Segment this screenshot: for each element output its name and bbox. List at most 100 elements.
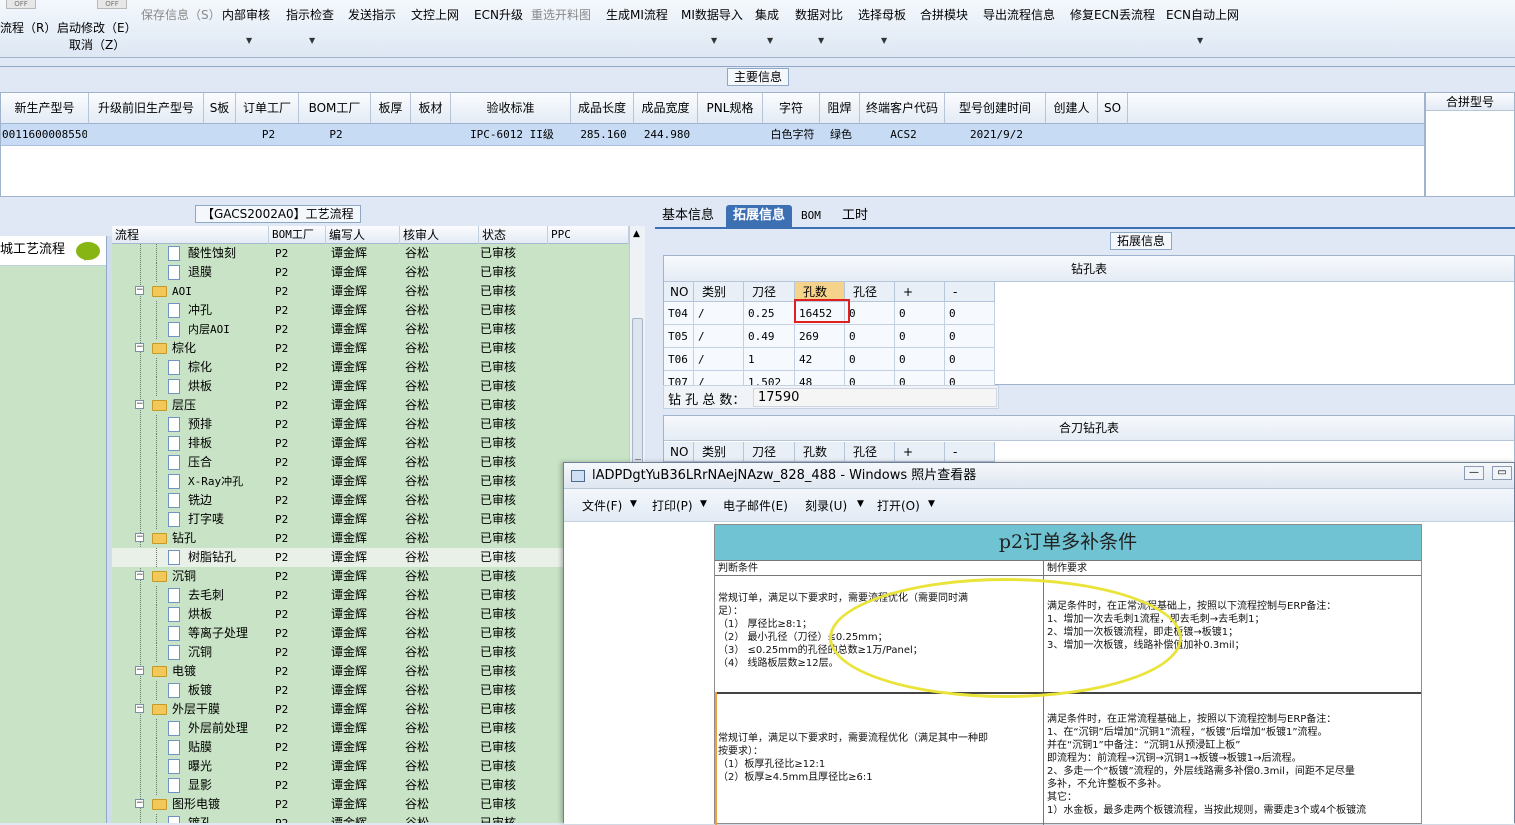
column-header-4[interactable]: BOM工厂: [299, 93, 371, 124]
table-row[interactable]: T05/0.49 269 0 0 0: [664, 325, 995, 348]
table-row[interactable]: − 棕化 P2 谭金辉 谷松 已审核: [112, 339, 629, 358]
table-row[interactable]: 贴膜 P2 谭金辉 谷松 已审核: [112, 738, 629, 757]
table-row[interactable]: − 图形电镀 P2 谭金辉 谷松 已审核: [112, 795, 629, 814]
table-row[interactable]: 烘板 P2 谭金辉 谷松 已审核: [112, 377, 629, 396]
flow-column-header-4[interactable]: 状态: [479, 226, 548, 244]
flow-column-header-0[interactable]: 流程: [112, 226, 269, 244]
tab-0[interactable]: 基本信息: [655, 205, 721, 229]
drill-cell[interactable]: 0: [895, 348, 945, 371]
chat-bubble-icon[interactable]: [76, 242, 100, 261]
drill-column-header-4[interactable]: 孔径: [845, 282, 895, 302]
toolbar-button-5[interactable]: ECN升级: [474, 6, 523, 23]
column-header-14[interactable]: 型号创建时间: [945, 93, 1046, 124]
merge-drill-column-header-0[interactable]: NO: [664, 442, 694, 462]
table-row[interactable]: 内层AOI P2 谭金辉 谷松 已审核: [112, 320, 629, 339]
drill-cell[interactable]: 0: [945, 348, 995, 371]
dropdown-caret-icon[interactable]: ▼: [767, 36, 773, 45]
expand-toggle-icon[interactable]: −: [135, 799, 144, 808]
drill-cell[interactable]: /: [694, 302, 744, 325]
flow-column-header-3[interactable]: 核审人: [400, 226, 479, 244]
column-header-0[interactable]: 新生产型号: [1, 93, 89, 124]
tab-3[interactable]: 工时: [835, 205, 875, 229]
column-header-6[interactable]: 板材: [411, 93, 451, 124]
table-row[interactable]: 显影 P2 谭金辉 谷松 已审核: [112, 776, 629, 795]
merge-drill-column-header-4[interactable]: 孔径: [845, 442, 895, 462]
table-cell-13[interactable]: ACS2: [862, 124, 945, 146]
merge-drill-column-header-5[interactable]: +: [895, 442, 945, 462]
drill-cell[interactable]: 0: [845, 325, 895, 348]
table-cell-2[interactable]: [206, 124, 236, 146]
viewer-menu-2[interactable]: 电子邮件(E): [723, 497, 788, 514]
table-row[interactable]: 冲孔 P2 谭金辉 谷松 已审核: [112, 301, 629, 320]
expand-toggle-icon[interactable]: −: [135, 400, 144, 409]
table-row[interactable]: 排板 P2 谭金辉 谷松 已审核: [112, 434, 629, 453]
table-row[interactable]: 去毛刺 P2 谭金辉 谷松 已审核: [112, 586, 629, 605]
viewer-menu-4[interactable]: 打开(O): [877, 497, 920, 514]
toolbar-button-1[interactable]: 内部审核: [222, 6, 270, 23]
tab-2[interactable]: BOM: [794, 205, 828, 229]
table-row[interactable]: − 电镀 P2 谭金辉 谷松 已审核: [112, 662, 629, 681]
table-cell-1[interactable]: [91, 124, 204, 146]
viewer-menu-3[interactable]: 刻录(U): [805, 497, 847, 514]
toolbar-button-2[interactable]: 指示检查: [286, 6, 334, 23]
toolbar-button-0[interactable]: 保存信息（S）: [141, 6, 221, 23]
table-row[interactable]: − AOI P2 谭金辉 谷松 已审核: [112, 282, 629, 301]
table-row[interactable]: X-Ray冲孔 P2 谭金辉 谷松 已审核: [112, 472, 629, 491]
drill-cell[interactable]: T04: [664, 302, 694, 325]
table-cell-9[interactable]: 244.980: [636, 124, 698, 146]
drill-cell[interactable]: 0: [845, 302, 895, 325]
drill-column-header-0[interactable]: NO: [664, 282, 694, 302]
drill-cell[interactable]: T06: [664, 348, 694, 371]
flow-column-header-2[interactable]: 编写人: [326, 226, 400, 244]
drill-cell[interactable]: 42: [795, 348, 845, 371]
viewer-menu-0[interactable]: 文件(F): [582, 497, 622, 514]
drill-cell[interactable]: 0: [895, 302, 945, 325]
drill-cell[interactable]: 1: [744, 348, 795, 371]
column-header-10[interactable]: PNL规格: [698, 93, 763, 124]
table-row[interactable]: − 层压 P2 谭金辉 谷松 已审核: [112, 396, 629, 415]
drill-cell[interactable]: 0: [945, 325, 995, 348]
toolbar-button-14[interactable]: 修复ECN丢流程: [1070, 6, 1155, 23]
table-row[interactable]: 酸性蚀刻 P2 谭金辉 谷松 已审核: [112, 244, 629, 263]
toolbar-button-12[interactable]: 合拼模块: [920, 6, 968, 23]
off-switch-2[interactable]: OFF: [97, 0, 127, 9]
table-row[interactable]: 棕化 P2 谭金辉 谷松 已审核: [112, 358, 629, 377]
dropdown-caret-icon[interactable]: ▼: [711, 36, 717, 45]
table-cell-7[interactable]: IPC-6012 II级: [453, 124, 571, 146]
table-cell-14[interactable]: 2021/9/2: [947, 124, 1046, 146]
table-row[interactable]: 打字唛 P2 谭金辉 谷松 已审核: [112, 510, 629, 529]
table-cell-10[interactable]: [700, 124, 763, 146]
left-nav-item[interactable]: 城工艺流程: [0, 236, 106, 266]
column-header-7[interactable]: 验收标准: [451, 93, 571, 124]
drill-cell[interactable]: /: [694, 348, 744, 371]
toolbar-button-9[interactable]: 集成: [755, 6, 779, 23]
dropdown-caret-icon[interactable]: ▼: [881, 36, 887, 45]
table-row[interactable]: − 钻孔 P2 谭金辉 谷松 已审核: [112, 529, 629, 548]
start-modify-button[interactable]: 启动修改（E）: [57, 19, 137, 36]
table-row[interactable]: 预排 P2 谭金辉 谷松 已审核: [112, 415, 629, 434]
table-row[interactable]: 沉铜 P2 谭金辉 谷松 已审核: [112, 643, 629, 662]
drill-column-header-1[interactable]: 类别: [694, 282, 744, 302]
expand-toggle-icon[interactable]: −: [135, 343, 144, 352]
drill-cell[interactable]: /: [694, 325, 744, 348]
table-row[interactable]: 外层前处理 P2 谭金辉 谷松 已审核: [112, 719, 629, 738]
table-row[interactable]: 0011600008550 P2 P2 IPC-6012 II级 285.160 244.…: [1, 124, 1424, 146]
drill-column-header-5[interactable]: +: [895, 282, 945, 302]
dropdown-caret-icon[interactable]: ▼: [630, 499, 637, 509]
flow-button[interactable]: 流程（R）: [0, 19, 56, 36]
table-cell-16[interactable]: [1100, 124, 1128, 146]
column-header-8[interactable]: 成品长度: [571, 93, 634, 124]
toolbar-button-3[interactable]: 发送指示: [348, 6, 396, 23]
tab-1[interactable]: 拓展信息: [726, 205, 793, 229]
expand-toggle-icon[interactable]: −: [135, 571, 144, 580]
drill-column-header-2[interactable]: 刀径: [744, 282, 795, 302]
off-switch[interactable]: OFF: [6, 0, 36, 9]
expand-toggle-icon[interactable]: −: [135, 666, 144, 675]
dropdown-caret-icon[interactable]: ▼: [857, 499, 864, 509]
scroll-up-icon[interactable]: ▲: [633, 229, 640, 239]
table-row[interactable]: 镀孔 P2 谭金辉 谷松 已审核: [112, 814, 629, 823]
dropdown-caret-icon[interactable]: ▼: [928, 499, 935, 509]
merge-drill-column-header-1[interactable]: 类别: [694, 442, 744, 462]
table-row[interactable]: 退膜 P2 谭金辉 谷松 已审核: [112, 263, 629, 282]
toolbar-button-13[interactable]: 导出流程信息: [983, 6, 1055, 23]
